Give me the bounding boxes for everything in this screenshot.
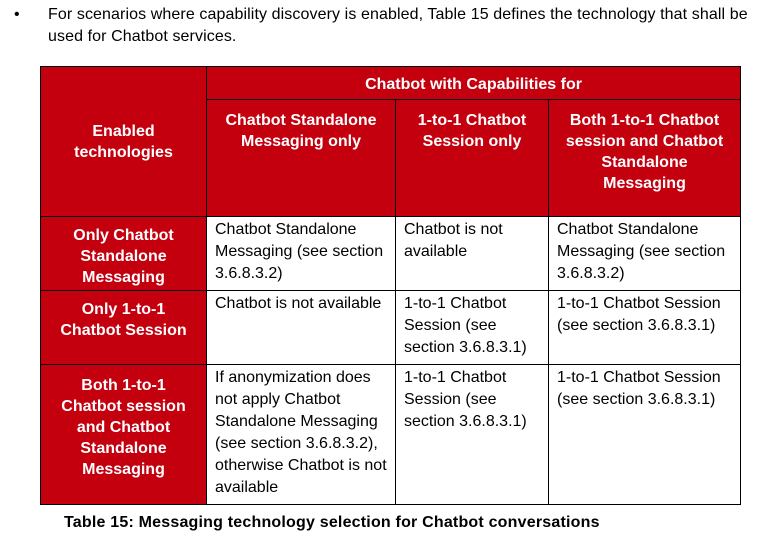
column-header-label: 1-to-1 Chatbot Session only [417, 112, 527, 150]
row-header-label: Only Chatbot Standalone Messaging [73, 227, 174, 286]
table-cell: 1-to-1 Chatbot Session (see section 3.6.… [395, 290, 549, 365]
table-cell: 1-to-1 Chatbot Session (see section 3.6.… [547, 364, 742, 505]
row-header-label: Only 1-to-1 Chatbot Session [60, 301, 187, 339]
column-header: Both 1-to-1 Chatbot session and Chatbot … [547, 99, 742, 217]
technology-table: Enabled technologies Chatbot with Capabi… [40, 66, 742, 505]
column-header-label: Chatbot Standalone Messaging only [225, 112, 377, 150]
intro-text: For scenarios where capability discovery… [48, 6, 748, 45]
table-row: Both 1-to-1 Chatbot session and Chatbot … [40, 364, 742, 505]
table-row: Only Chatbot Standalone Messaging Chatbo… [40, 216, 742, 291]
corner-header-label: Enabled technologies [74, 122, 173, 161]
column-header: Chatbot Standalone Messaging only [206, 99, 396, 217]
table-cell: Chatbot is not available [206, 290, 396, 365]
row-header-label: Both 1-to-1 Chatbot session and Chatbot … [61, 377, 186, 478]
bullet-icon: • [14, 6, 20, 23]
column-header: 1-to-1 Chatbot Session only [395, 99, 549, 217]
table-caption: Table 15: Messaging technology selection… [64, 514, 600, 531]
group-header-label: Chatbot with Capabilities for [365, 75, 582, 93]
table-row: Only 1-to-1 Chatbot Session Chatbot is n… [40, 290, 742, 365]
row-header: Both 1-to-1 Chatbot session and Chatbot … [40, 364, 207, 505]
group-header: Chatbot with Capabilities for [205, 66, 742, 100]
row-header: Only 1-to-1 Chatbot Session [40, 290, 207, 365]
table-cell: 1-to-1 Chatbot Session (see section 3.6.… [395, 364, 549, 505]
table-cell: Chatbot Standalone Messaging (see sectio… [206, 216, 396, 291]
table-cell: 1-to-1 Chatbot Session (see section 3.6.… [547, 290, 742, 365]
corner-header: Enabled technologies [40, 66, 207, 217]
table-cell: Chatbot is not available [395, 216, 549, 291]
row-header: Only Chatbot Standalone Messaging [40, 216, 207, 291]
table-cell: Chatbot Standalone Messaging (see sectio… [547, 216, 742, 291]
table-cell: If anonymization does not apply Chatbot … [206, 364, 396, 505]
column-header-label: Both 1-to-1 Chatbot session and Chatbot … [565, 112, 724, 192]
